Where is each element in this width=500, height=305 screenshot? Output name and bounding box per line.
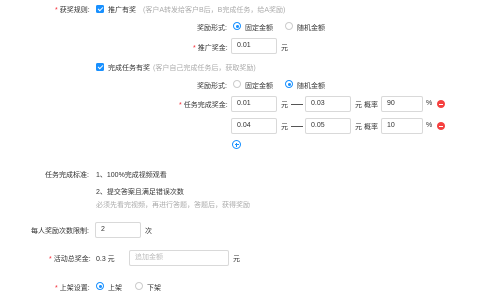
total-unit: 元	[233, 256, 240, 263]
referral-fixed-radio[interactable]	[233, 22, 241, 30]
referral-bonus-unit: 元	[281, 45, 288, 52]
criteria-item1: 1、100%完成视频观看	[96, 172, 167, 179]
listing-label: * 上架设置:	[55, 285, 90, 292]
task-random-label: 随机金额	[297, 83, 325, 90]
task-row1-min-unit: 元	[281, 102, 288, 109]
referral-hint: (客户A转发给客户B后，B完成任务，给A奖励)	[143, 7, 286, 14]
remove-row2-icon[interactable]	[437, 122, 445, 130]
total-label: * 活动总奖金:	[49, 256, 91, 263]
criteria-item2: 2、提交答案且满足错误次数	[96, 189, 184, 196]
task-row2-prob-label: 概率	[364, 124, 378, 131]
task-row2-max-unit: 元	[355, 124, 362, 131]
referral-bonus-label: * 推广奖金:	[193, 45, 228, 52]
task-hint: (客户自己完成任务后，获取奖励)	[153, 65, 256, 72]
task-row1-min-input[interactable]: 0.01	[231, 96, 277, 112]
referral-checkbox[interactable]	[96, 5, 104, 13]
listing-on-radio[interactable]	[96, 282, 104, 290]
referral-reward-form-label: 奖励形式:	[197, 25, 227, 32]
criteria-label: 任务完成标准:	[45, 172, 89, 179]
task-row2-min-input[interactable]: 0.04	[231, 118, 277, 134]
referral-random-radio[interactable]	[285, 22, 293, 30]
task-row1-prob-input[interactable]: 90	[381, 96, 423, 112]
task-row2-min-unit: 元	[281, 124, 288, 131]
total-add-input[interactable]: 追加金额	[129, 250, 229, 266]
task-row1-percent: %	[426, 100, 433, 107]
task-fixed-radio[interactable]	[233, 80, 241, 88]
range-dash	[291, 104, 303, 105]
total-value: 0.3 元	[96, 256, 115, 263]
referral-bonus-input[interactable]: 0.01	[231, 38, 277, 54]
prize-rule-label: * 获奖规则:	[55, 7, 90, 14]
listing-off-label: 下架	[147, 285, 161, 292]
task-row1-prob-label: 概率	[364, 102, 378, 109]
remove-row1-icon[interactable]	[437, 100, 445, 108]
referral-random-label: 随机金额	[297, 25, 325, 32]
add-row-icon[interactable]	[232, 140, 241, 149]
task-title: 完成任务有奖	[108, 65, 150, 72]
task-row2-max-input[interactable]: 0.05	[305, 118, 351, 134]
listing-on-label: 上架	[108, 285, 122, 292]
referral-title: 推广有奖	[108, 7, 136, 14]
listing-off-radio[interactable]	[135, 282, 143, 290]
criteria-note: 必须先看完视频，再进行答题，答题后，获得奖励	[96, 202, 250, 209]
task-checkbox[interactable]	[96, 63, 104, 71]
task-row2-prob-input[interactable]: 10	[381, 118, 423, 134]
per-person-unit: 次	[145, 228, 152, 235]
referral-fixed-label: 固定金额	[245, 25, 273, 32]
task-row1-max-input[interactable]: 0.03	[305, 96, 351, 112]
task-fixed-label: 固定金额	[245, 83, 273, 90]
range-dash	[291, 126, 303, 127]
task-reward-form-label: 奖励形式:	[197, 83, 227, 90]
per-person-label: 每人奖励次数限制:	[31, 228, 89, 235]
task-random-radio[interactable]	[285, 80, 293, 88]
task-row2-percent: %	[426, 122, 433, 129]
task-row1-max-unit: 元	[355, 102, 362, 109]
task-bonus-label: * 任务完成奖金:	[179, 102, 228, 109]
per-person-input[interactable]: 2	[95, 222, 141, 238]
